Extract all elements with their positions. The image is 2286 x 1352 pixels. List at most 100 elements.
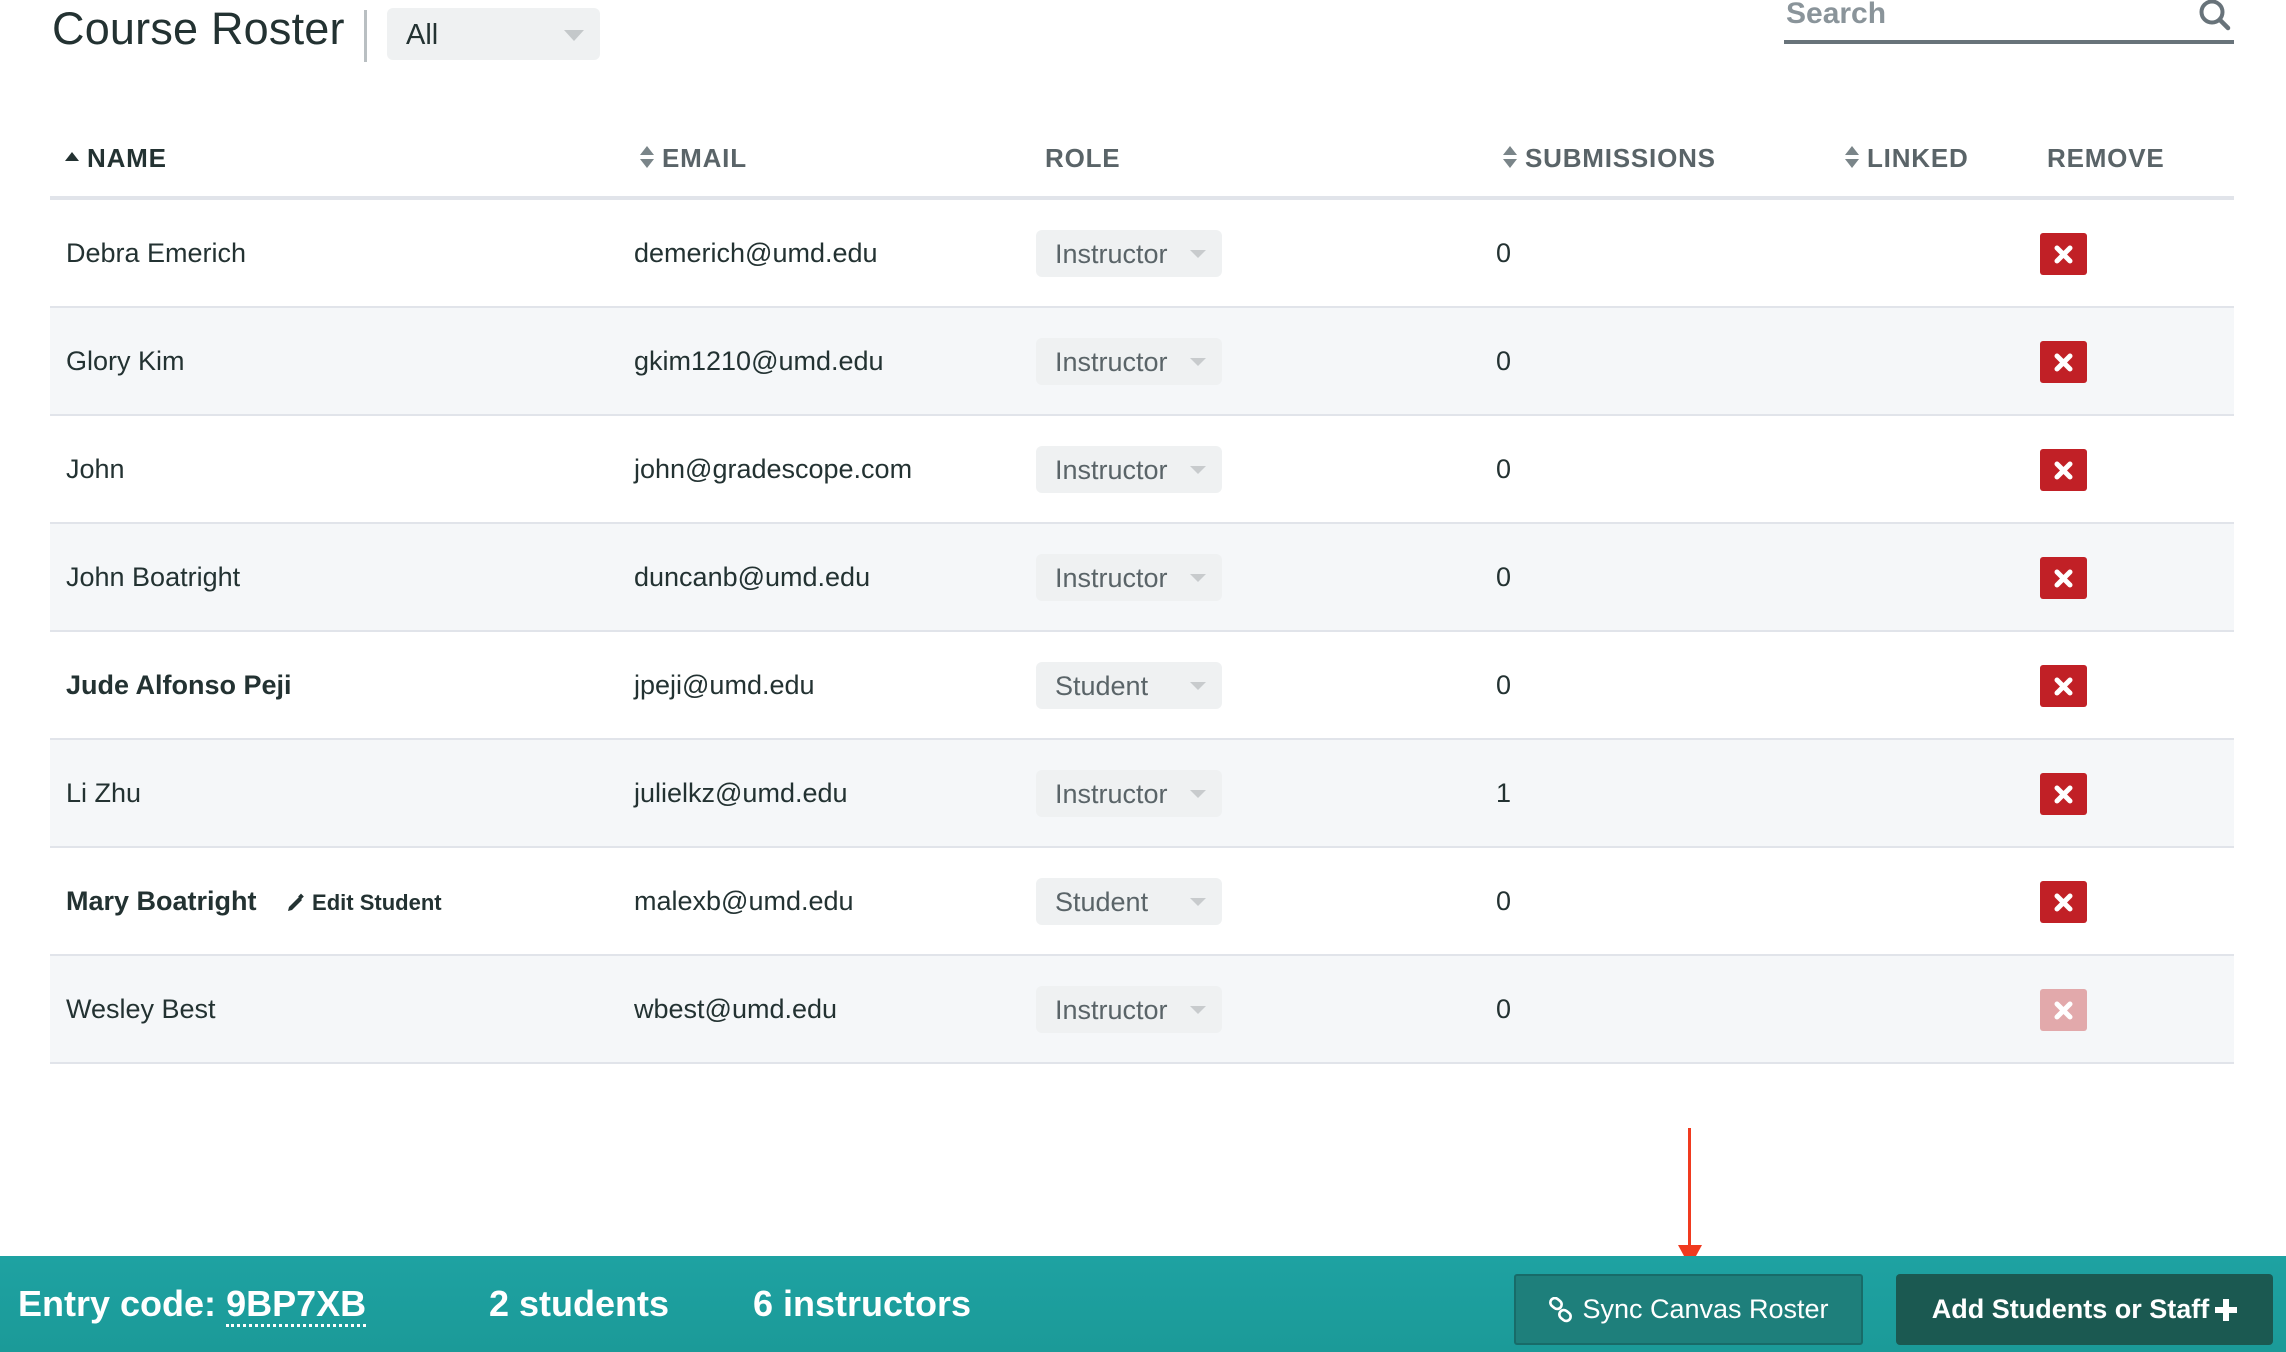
roster-table: NAME EMAIL ROLE SUBMISSIONS LINKED REMOV… (50, 120, 2234, 1064)
chevron-down-icon (1190, 250, 1206, 258)
submissions-count: 0 (1496, 670, 1512, 700)
table-row: John Boatright duncanb@umd.edu Instructo… (50, 524, 2234, 632)
submissions-count: 0 (1496, 238, 1512, 268)
submissions-count: 1 (1496, 778, 1512, 808)
table-row: Li Zhu julielkz@umd.edu Instructor 1 (50, 740, 2234, 848)
column-header-linked[interactable]: LINKED (1845, 140, 1969, 176)
student-name-text: Jude Alfonso Peji (66, 670, 292, 700)
search-input[interactable] (1786, 0, 2166, 34)
sync-canvas-roster-button[interactable]: Sync Canvas Roster (1514, 1274, 1863, 1345)
roster-filter-select[interactable]: All (387, 8, 600, 60)
student-name: Li Zhu (66, 740, 141, 846)
submissions-count: 0 (1496, 994, 1512, 1024)
edit-student-link[interactable]: Edit Student (286, 888, 442, 918)
student-email: wbest@umd.edu (634, 994, 838, 1024)
link-icon (1549, 1296, 1573, 1323)
student-name-text: Li Zhu (66, 778, 142, 808)
role-select[interactable]: Student (1036, 662, 1222, 709)
sort-icon (1845, 146, 1859, 169)
submissions-count: 0 (1496, 454, 1512, 484)
remove-button[interactable] (2040, 665, 2087, 707)
remove-button[interactable] (2040, 449, 2087, 491)
remove-button[interactable] (2040, 881, 2087, 923)
student-name: John Boatright (66, 524, 240, 630)
close-icon (2054, 353, 2073, 372)
role-value: Student (1055, 887, 1149, 917)
chevron-down-icon (1190, 682, 1206, 690)
role-value: Instructor (1055, 455, 1168, 485)
student-name: Mary Boatright Edit Student (66, 848, 442, 954)
student-email: julielkz@umd.edu (634, 778, 848, 808)
chevron-down-icon (1190, 358, 1206, 366)
role-value: Instructor (1055, 347, 1168, 377)
close-icon (2054, 677, 2073, 696)
remove-button (2040, 989, 2087, 1031)
student-email: malexb@umd.edu (634, 886, 854, 916)
close-icon (2054, 461, 2073, 480)
role-select[interactable]: Instructor (1036, 770, 1222, 817)
column-header-name[interactable]: NAME (65, 140, 167, 176)
submissions-count: 0 (1496, 886, 1512, 916)
entry-code-label: Entry code: (18, 1283, 217, 1324)
student-name-text: John (66, 454, 125, 484)
role-value: Instructor (1055, 563, 1168, 593)
column-header-remove: REMOVE (2047, 143, 2165, 173)
role-select[interactable]: Instructor (1036, 446, 1222, 493)
role-select[interactable]: Student (1036, 878, 1222, 925)
student-name: Glory Kim (66, 308, 185, 414)
submissions-count: 0 (1496, 562, 1512, 592)
sort-ascending-icon (65, 152, 79, 162)
role-select[interactable]: Instructor (1036, 230, 1222, 277)
plus-icon (2215, 1299, 2238, 1321)
remove-button[interactable] (2040, 341, 2087, 383)
search-box (1784, 0, 2234, 44)
annotation-arrow-line (1688, 1128, 1691, 1248)
role-value: Instructor (1055, 779, 1168, 809)
sync-canvas-roster-label: Sync Canvas Roster (1582, 1294, 1829, 1324)
add-students-or-staff-button[interactable]: Add Students or Staff (1896, 1274, 2273, 1345)
student-name-text: Glory Kim (66, 346, 185, 376)
student-email: john@gradescope.com (634, 454, 913, 484)
student-name-text: Mary Boatright (66, 886, 257, 916)
table-row: Debra Emerich demerich@umd.edu Instructo… (50, 200, 2234, 308)
close-icon (2054, 893, 2073, 912)
student-name-text: Wesley Best (66, 994, 216, 1024)
chevron-down-icon (1190, 898, 1206, 906)
role-select[interactable]: Instructor (1036, 986, 1222, 1033)
entry-code-value[interactable]: 9BP7XB (226, 1286, 367, 1327)
column-header-email[interactable]: EMAIL (640, 140, 747, 176)
title-divider (364, 10, 367, 62)
student-email: demerich@umd.edu (634, 238, 878, 268)
role-select[interactable]: Instructor (1036, 338, 1222, 385)
entry-code-section: Entry code: 9BP7XB (18, 1256, 367, 1352)
sort-icon (640, 146, 654, 169)
students-count: 2 students (489, 1283, 670, 1324)
chevron-down-icon (1190, 790, 1206, 798)
footer-bar: Entry code: 9BP7XB 2 students 6 instruct… (0, 1256, 2286, 1352)
remove-button[interactable] (2040, 557, 2087, 599)
remove-button[interactable] (2040, 773, 2087, 815)
role-value: Instructor (1055, 239, 1168, 269)
edit-student-label: Edit Student (312, 889, 442, 915)
student-email: duncanb@umd.edu (634, 562, 871, 592)
table-row: Mary Boatright Edit Student malexb@umd.e… (50, 848, 2234, 956)
table-row: Glory Kim gkim1210@umd.edu Instructor 0 (50, 308, 2234, 416)
chevron-down-icon (564, 30, 584, 41)
table-body: Debra Emerich demerich@umd.edu Instructo… (50, 200, 2234, 1064)
student-name-text: John Boatright (66, 562, 241, 592)
table-row: Wesley Best wbest@umd.edu Instructor 0 (50, 956, 2234, 1064)
remove-button[interactable] (2040, 233, 2087, 275)
page-title: Course Roster (52, 3, 345, 54)
pencil-icon (288, 893, 304, 911)
student-name: John (66, 416, 125, 522)
table-header: NAME EMAIL ROLE SUBMISSIONS LINKED REMOV… (50, 120, 2234, 200)
role-value: Student (1055, 671, 1149, 701)
chevron-down-icon (1190, 1006, 1206, 1014)
student-name: Debra Emerich (66, 200, 246, 306)
submissions-count: 0 (1496, 346, 1512, 376)
search-icon[interactable] (2198, 0, 2232, 32)
close-icon (2054, 785, 2073, 804)
column-header-role: ROLE (1045, 143, 1121, 173)
column-header-submissions[interactable]: SUBMISSIONS (1503, 140, 1716, 176)
role-select[interactable]: Instructor (1036, 554, 1222, 601)
